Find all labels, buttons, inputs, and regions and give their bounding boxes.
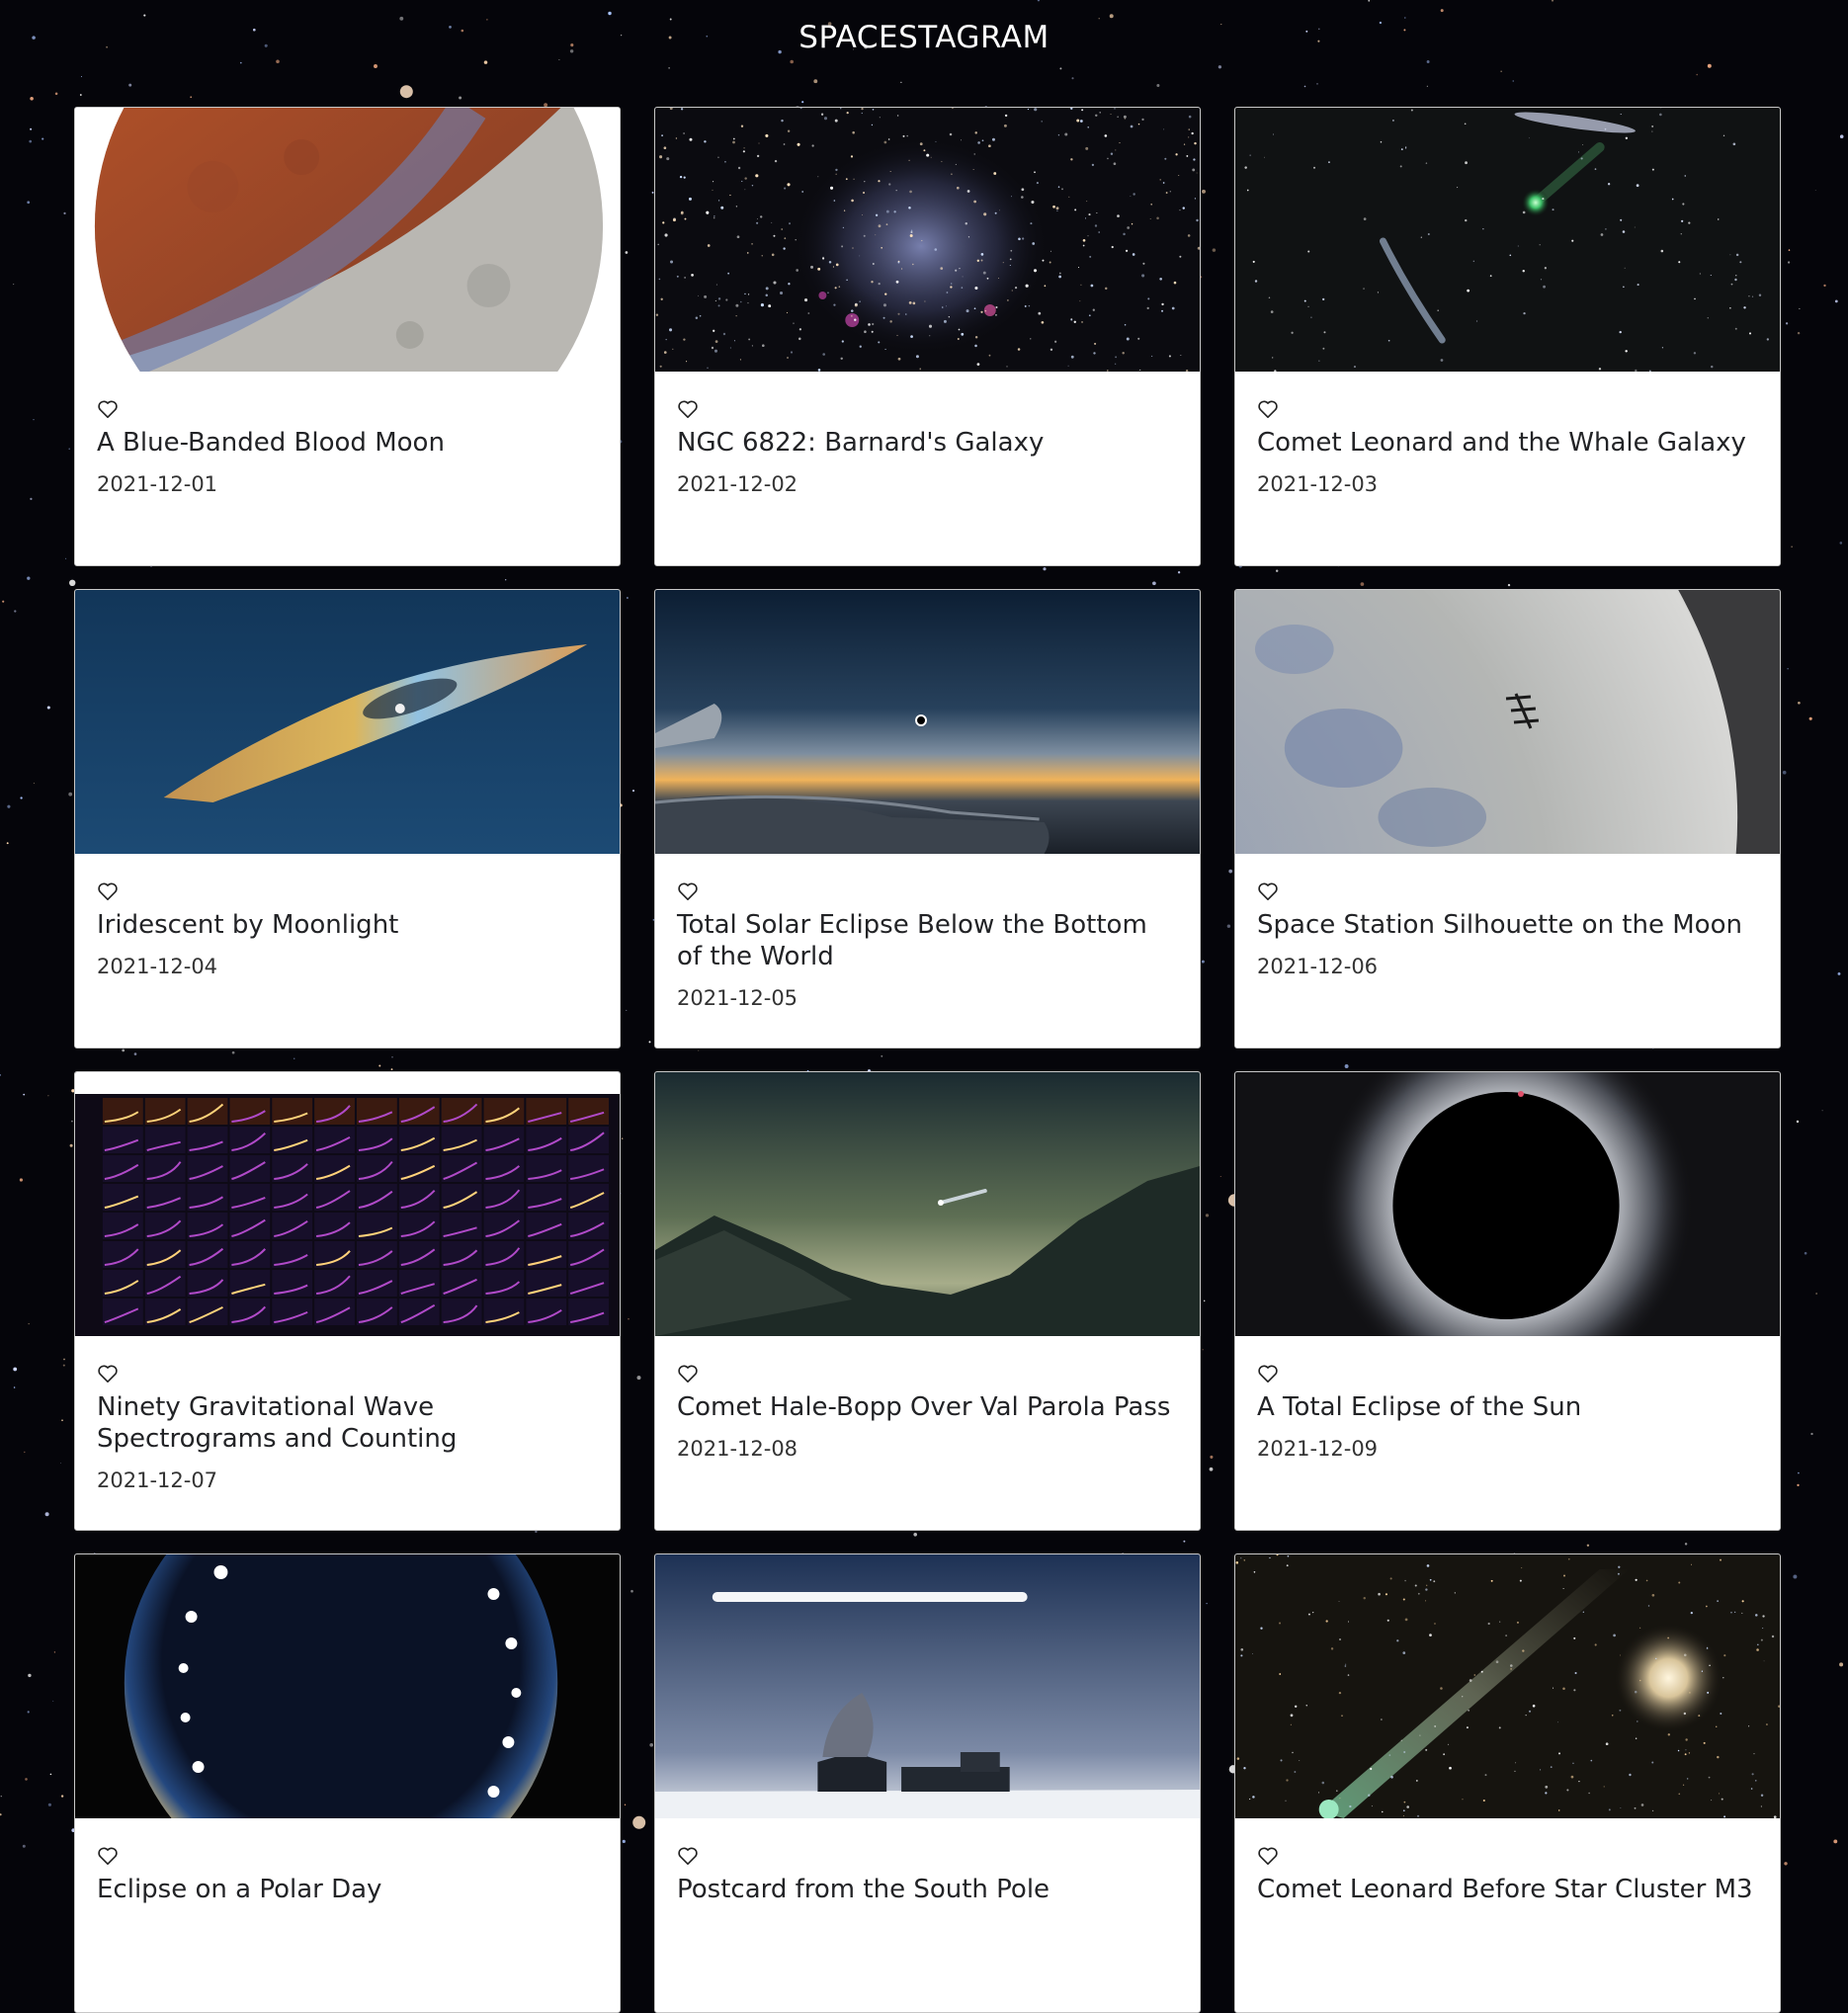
post-image-blood-moon[interactable] — [75, 108, 620, 372]
post-date: 2021-12-05 — [677, 986, 1178, 1010]
heart-icon[interactable] — [1257, 399, 1279, 419]
post-card: NGC 6822: Barnard's Galaxy 2021-12-02 — [654, 107, 1201, 566]
post-image-total-eclipse[interactable] — [1235, 1072, 1780, 1336]
post-image-galaxy[interactable] — [655, 108, 1200, 372]
post-date: 2021-12-02 — [677, 472, 1178, 496]
post-title: Eclipse on a Polar Day — [97, 1874, 598, 1905]
post-date: 2021-12-07 — [97, 1468, 598, 1492]
post-image-polar-eclipse[interactable] — [75, 1554, 620, 1818]
post-date: 2021-12-03 — [1257, 472, 1758, 496]
post-title: Postcard from the South Pole — [677, 1874, 1178, 1905]
post-date: 2021-12-09 — [1257, 1437, 1758, 1461]
heart-icon[interactable] — [97, 399, 119, 419]
post-title: Comet Leonard and the Whale Galaxy — [1257, 427, 1758, 459]
post-title: Comet Hale-Bopp Over Val Parola Pass — [677, 1391, 1178, 1423]
post-card: Total Solar Eclipse Below the Bottom of … — [654, 589, 1201, 1048]
post-image-iridescent-cloud[interactable] — [75, 590, 620, 854]
heart-icon[interactable] — [677, 881, 699, 901]
heart-icon[interactable] — [1257, 1846, 1279, 1866]
heart-icon[interactable] — [97, 881, 119, 901]
heart-icon[interactable] — [1257, 1364, 1279, 1384]
post-title: A Total Eclipse of the Sun — [1257, 1391, 1758, 1423]
post-card: Space Station Silhouette on the Moon 202… — [1234, 589, 1781, 1048]
post-date: 2021-12-06 — [1257, 955, 1758, 978]
post-date: 2021-12-08 — [677, 1437, 1178, 1461]
page-title: SPACESTAGRAM — [0, 20, 1848, 55]
post-title: Space Station Silhouette on the Moon — [1257, 909, 1758, 941]
post-title: Total Solar Eclipse Below the Bottom of … — [677, 909, 1178, 972]
heart-icon[interactable] — [97, 1364, 119, 1384]
post-title: Comet Leonard Before Star Cluster M3 — [1257, 1874, 1758, 1905]
post-card: Ninety Gravitational Wave Spectrograms a… — [74, 1071, 621, 1531]
post-title: NGC 6822: Barnard's Galaxy — [677, 427, 1178, 459]
post-image-eclipse-plane[interactable] — [655, 590, 1200, 854]
post-image-comet-whale[interactable] — [1235, 108, 1780, 372]
post-card: A Total Eclipse of the Sun 2021-12-09 — [1234, 1071, 1781, 1531]
post-image-spectrograms[interactable] — [75, 1072, 620, 1336]
post-grid: A Blue-Banded Blood Moon 2021-12-01 NGC … — [74, 107, 1780, 2013]
post-image-hale-bopp[interactable] — [655, 1072, 1200, 1336]
post-card: Postcard from the South Pole — [654, 1553, 1201, 2013]
post-title: Iridescent by Moonlight — [97, 909, 598, 941]
heart-icon[interactable] — [677, 1846, 699, 1866]
heart-icon[interactable] — [97, 1846, 119, 1866]
post-card: Iridescent by Moonlight 2021-12-04 — [74, 589, 621, 1048]
post-card: A Blue-Banded Blood Moon 2021-12-01 — [74, 107, 621, 566]
post-date: 2021-12-01 — [97, 472, 598, 496]
post-card: Comet Hale-Bopp Over Val Parola Pass 202… — [654, 1071, 1201, 1531]
post-card: Comet Leonard and the Whale Galaxy 2021-… — [1234, 107, 1781, 566]
post-date: 2021-12-04 — [97, 955, 598, 978]
post-card: Comet Leonard Before Star Cluster M3 — [1234, 1553, 1781, 2013]
heart-icon[interactable] — [677, 1364, 699, 1384]
heart-icon[interactable] — [1257, 881, 1279, 901]
post-image-iss-moon[interactable] — [1235, 590, 1780, 854]
post-card: Eclipse on a Polar Day — [74, 1553, 621, 2013]
post-image-comet-m3[interactable] — [1235, 1554, 1780, 1818]
heart-icon[interactable] — [677, 399, 699, 419]
post-image-south-pole[interactable] — [655, 1554, 1200, 1818]
post-title: A Blue-Banded Blood Moon — [97, 427, 598, 459]
post-title: Ninety Gravitational Wave Spectrograms a… — [97, 1391, 598, 1455]
